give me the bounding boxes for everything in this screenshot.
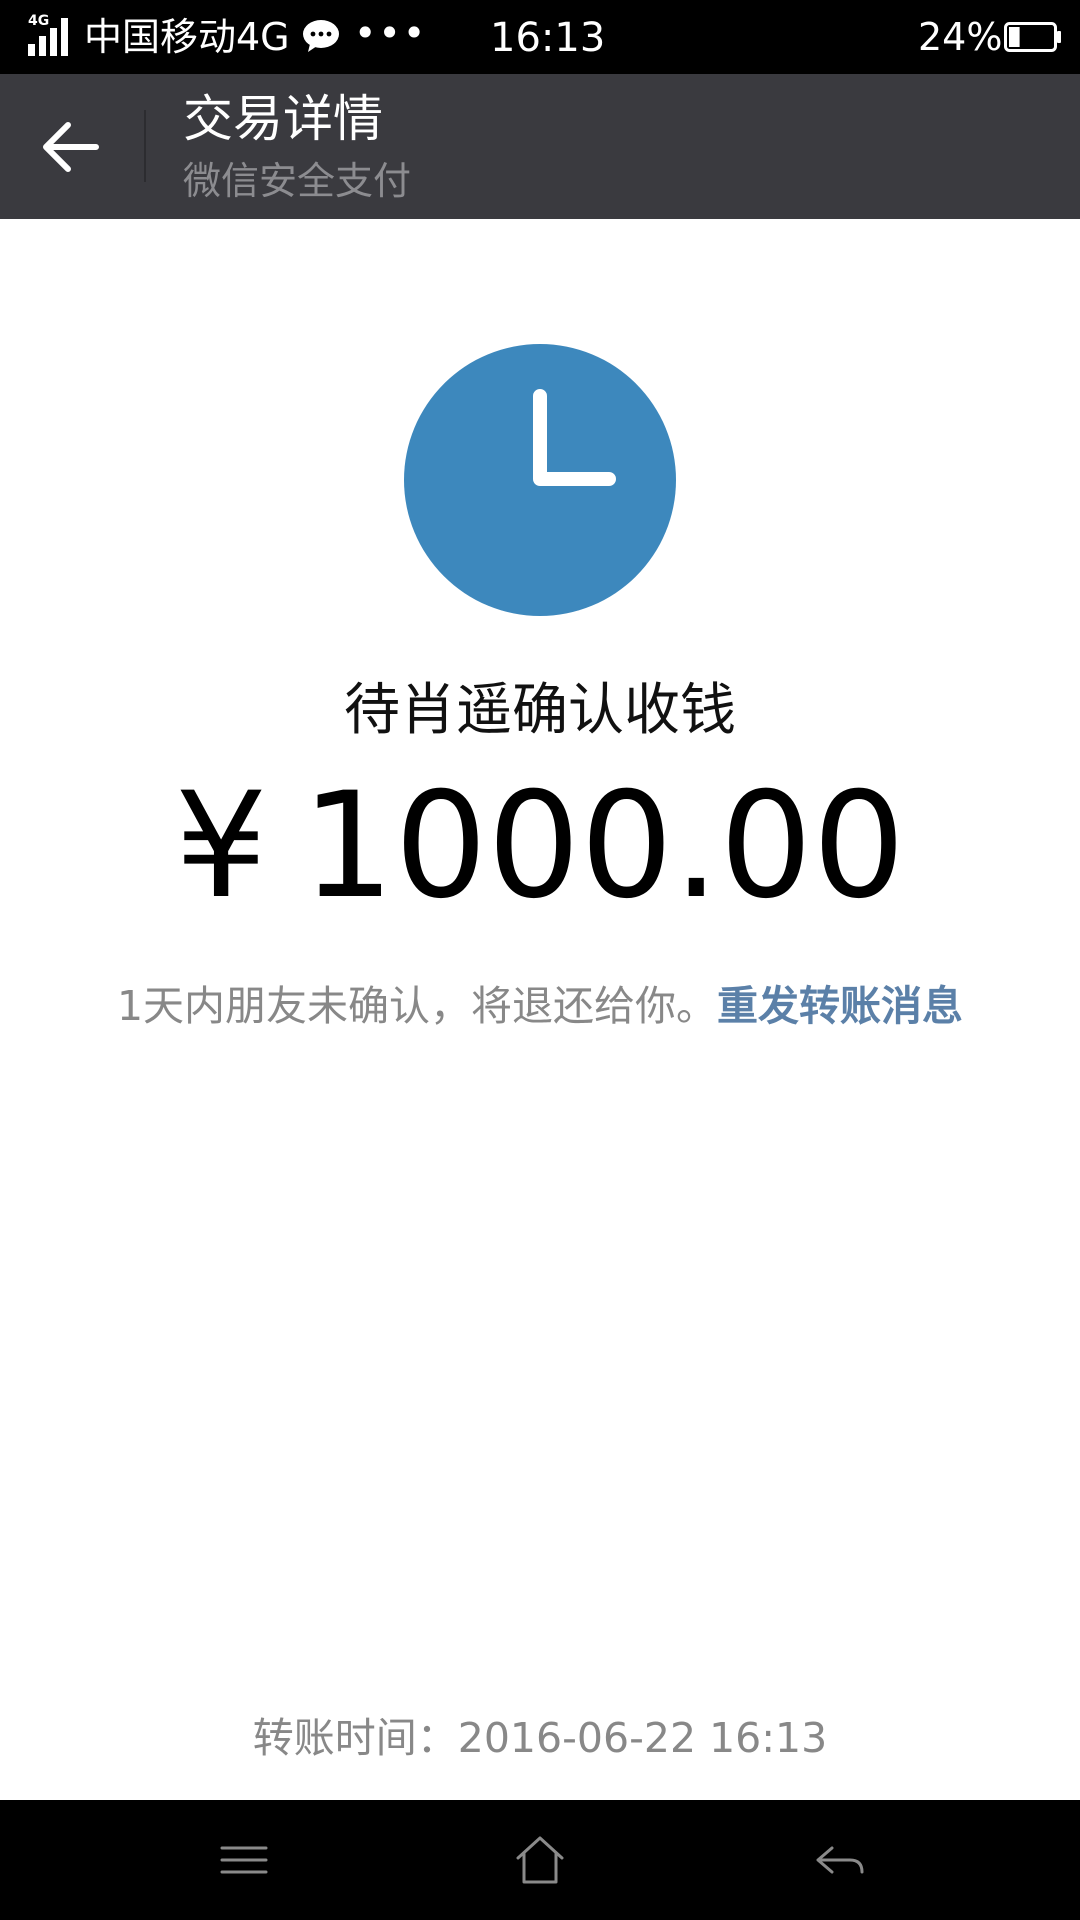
wechat-notification-icon [303,20,339,52]
back-icon[interactable] [810,1832,870,1888]
transfer-time: 转账时间：2016-06-22 16:13 [0,1712,1080,1764]
title-bar: 交易详情 微信安全支付 [0,74,1080,219]
menu-icon[interactable] [214,1832,274,1888]
more-notifications-indicator: ••• [354,11,428,55]
system-nav-bar [0,1800,1080,1920]
transfer-status-text: 待肖遥确认收钱 [344,678,736,743]
page-subtitle: 微信安全支付 [183,159,412,203]
clock-icon [404,344,676,616]
carrier-label: 中国移动4G [84,15,290,59]
status-bar: 4G 中国移动4G ••• 16:13 24% [0,0,1080,74]
refund-note-text: 1天内朋友未确认，将退还给你。 [116,982,718,1030]
network-type-label: 4G [28,13,50,29]
amount-value: 1000.00 [301,761,906,931]
back-button[interactable] [30,110,114,184]
transfer-time-value: 2016-06-22 16:13 [457,1714,828,1762]
battery-icon [1004,22,1061,52]
status-time: 16:13 [490,15,606,61]
home-icon[interactable] [510,1832,570,1888]
resend-transfer-link[interactable]: 重发转账消息 [717,982,963,1030]
arrow-left-icon [43,122,99,172]
refund-note: 1天内朋友未确认，将退还给你。重发转账消息 [0,980,1080,1032]
signal-icon: 4G [28,13,76,56]
page-title: 交易详情 [183,90,383,148]
battery-percent: 24% [918,15,1003,59]
title-divider [144,110,146,182]
transfer-amount: ¥1000.00 [0,768,1080,924]
currency-symbol: ¥ [174,761,268,931]
transfer-time-label: 转账时间： [252,1714,458,1762]
